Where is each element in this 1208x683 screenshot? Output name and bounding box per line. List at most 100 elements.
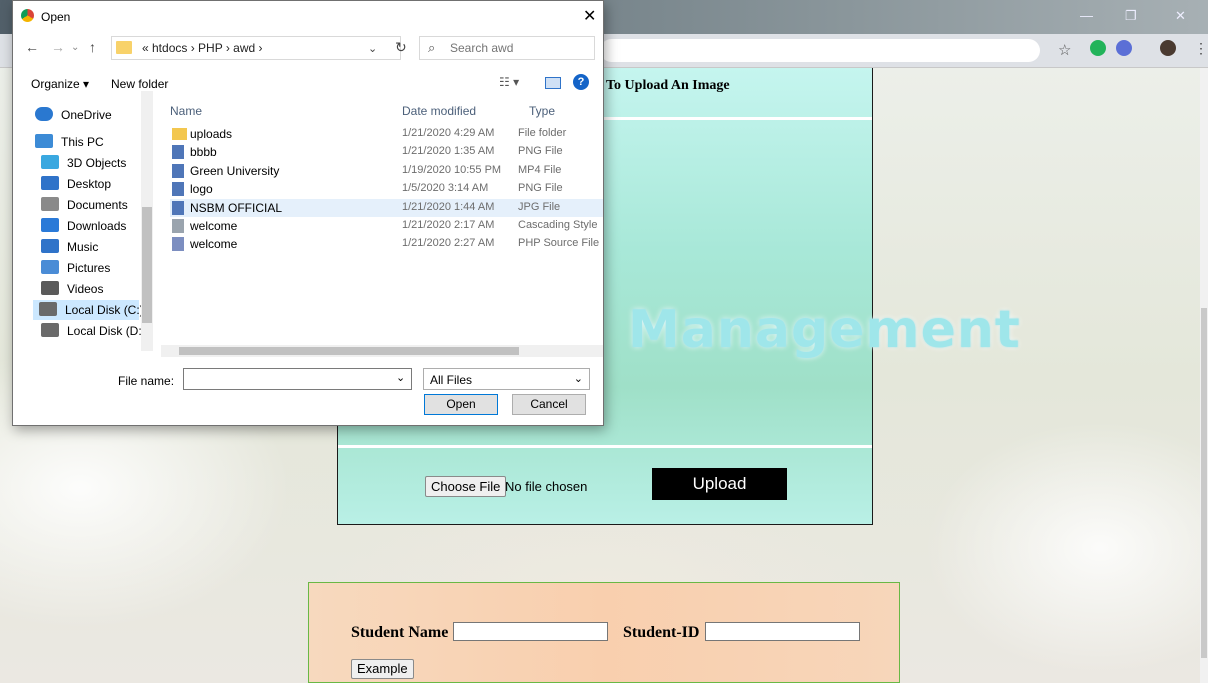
file-type: PHP Source File bbox=[518, 237, 600, 250]
file-type: Cascading Style bbox=[518, 219, 598, 231]
example-button[interactable]: Example bbox=[351, 659, 414, 679]
video-file-icon bbox=[172, 163, 184, 178]
bookmark-star-icon[interactable]: ☆ bbox=[1058, 41, 1071, 59]
file-type: JPG File bbox=[518, 200, 561, 213]
download-icon bbox=[41, 218, 59, 232]
open-button[interactable]: Open bbox=[424, 394, 498, 415]
menu-icon[interactable]: ⋮ bbox=[1194, 40, 1208, 57]
file-row[interactable]: welcome 1/21/2020 2:17 AM Cascading Style bbox=[170, 217, 603, 235]
banner-text: Management bbox=[628, 300, 1021, 360]
scroll-thumb[interactable] bbox=[1201, 308, 1207, 658]
path-text: « htdocs › PHP › awd › bbox=[142, 41, 263, 55]
file-name: welcome bbox=[190, 219, 238, 233]
path-dropdown-icon[interactable]: ⌄ bbox=[368, 42, 377, 55]
computer-icon bbox=[35, 134, 53, 148]
help-icon[interactable]: ? bbox=[573, 74, 589, 90]
up-icon[interactable]: ↑ bbox=[89, 39, 96, 55]
file-type: File folder bbox=[518, 127, 567, 139]
file-name-dropdown-icon[interactable]: ⌄ bbox=[396, 371, 405, 384]
column-header-date[interactable]: Date modified bbox=[402, 104, 476, 118]
close-icon[interactable]: ✕ bbox=[583, 6, 596, 26]
file-date: 1/21/2020 2:27 AM bbox=[402, 237, 495, 250]
folder-icon bbox=[172, 128, 187, 140]
cloud-icon bbox=[35, 107, 53, 121]
navigation-pane: OneDrive This PC 3D Objects Desktop Document… bbox=[13, 97, 153, 343]
chevron-down-icon: ⌄ bbox=[573, 373, 583, 385]
sidebar-item-label: Downloads bbox=[67, 219, 127, 233]
scroll-thumb[interactable] bbox=[179, 347, 519, 355]
upload-button[interactable]: Upload bbox=[652, 468, 787, 500]
file-row[interactable]: logo 1/5/2020 3:14 AM PNG File bbox=[170, 180, 603, 198]
dialog-titlebar: Open ✕ bbox=[13, 1, 603, 31]
file-name: welcome bbox=[190, 237, 238, 252]
recent-dropdown-icon[interactable]: ⌄ bbox=[71, 42, 79, 53]
file-date: 1/21/2020 2:17 AM bbox=[402, 219, 495, 231]
file-row[interactable]: uploads 1/21/2020 4:29 AM File folder bbox=[170, 125, 603, 143]
horizontal-scrollbar[interactable] bbox=[161, 345, 603, 357]
view-options-icon[interactable]: ☷ ▾ bbox=[499, 75, 519, 89]
sidebar-scrollbar[interactable] bbox=[141, 91, 153, 351]
student-name-input[interactable] bbox=[453, 622, 608, 641]
file-date: 1/21/2020 1:44 AM bbox=[402, 200, 495, 213]
folder-icon bbox=[116, 41, 132, 54]
omnibox[interactable] bbox=[600, 39, 1040, 62]
restore-icon[interactable]: ❐ bbox=[1125, 8, 1137, 24]
organize-menu[interactable]: Organize ▾ bbox=[31, 77, 89, 91]
css-file-icon bbox=[172, 219, 184, 233]
minimize-icon[interactable]: — bbox=[1080, 8, 1093, 23]
preview-pane-icon[interactable] bbox=[545, 77, 561, 89]
image-file-icon bbox=[172, 182, 184, 197]
desktop-icon bbox=[41, 176, 59, 190]
search-icon: ⌕ bbox=[428, 40, 436, 55]
dialog-toolbar: Organize ▾ New folder ☷ ▾ ? bbox=[13, 69, 603, 97]
scroll-thumb[interactable] bbox=[142, 207, 152, 323]
file-row[interactable]: NSBM OFFICIAL 1/21/2020 1:44 AM JPG File bbox=[170, 198, 603, 217]
file-row[interactable]: bbbb 1/21/2020 1:35 AM PNG File bbox=[170, 143, 603, 161]
column-header-type[interactable]: Type bbox=[529, 104, 555, 118]
extension-icon[interactable] bbox=[1116, 40, 1132, 56]
divider bbox=[338, 445, 872, 448]
file-type: MP4 File bbox=[518, 163, 562, 176]
file-date: 1/19/2020 10:55 PM bbox=[402, 163, 502, 176]
cancel-button[interactable]: Cancel bbox=[512, 394, 586, 415]
student-id-label: Student-ID bbox=[623, 624, 700, 641]
grammarly-extension-icon[interactable] bbox=[1090, 40, 1106, 56]
php-file-icon bbox=[172, 237, 184, 252]
image-file-icon bbox=[172, 145, 184, 160]
file-row[interactable]: Green University 1/19/2020 10:55 PM MP4 Fi… bbox=[170, 162, 603, 180]
student-form: Student Name Student-ID Example bbox=[308, 582, 900, 683]
file-row[interactable]: welcome 1/21/2020 2:27 AM PHP Source File bbox=[170, 235, 603, 253]
chrome-icon bbox=[21, 9, 34, 22]
file-list: Name Date modified Type uploads 1/21/2020… bbox=[154, 97, 603, 343]
picture-icon bbox=[41, 260, 59, 274]
back-icon[interactable]: ← bbox=[25, 39, 39, 55]
file-type: PNG File bbox=[518, 145, 563, 158]
dialog-title: Open bbox=[41, 10, 71, 24]
sidebar-item-label: Music bbox=[67, 240, 99, 254]
sidebar-item-label: Documents bbox=[67, 198, 128, 212]
sidebar-item-label: Pictures bbox=[67, 261, 111, 275]
file-date: 1/21/2020 1:35 AM bbox=[402, 145, 495, 158]
sidebar-item-label: Videos bbox=[67, 282, 104, 296]
column-header-name[interactable]: Name bbox=[170, 104, 202, 118]
search-box[interactable]: ⌕ bbox=[419, 36, 595, 60]
refresh-icon[interactable]: ↻ bbox=[395, 39, 407, 56]
search-input[interactable] bbox=[448, 40, 592, 56]
close-window-icon[interactable]: ✕ bbox=[1175, 8, 1186, 24]
choose-file-button[interactable]: Choose File bbox=[425, 476, 507, 497]
page-scrollbar[interactable] bbox=[1200, 68, 1208, 683]
document-icon bbox=[41, 197, 59, 211]
sidebar-item[interactable]: Local Disk (C:) bbox=[33, 300, 144, 320]
panel-title: To Upload An Image bbox=[606, 78, 730, 93]
file-type-select[interactable]: All Files ⌄ bbox=[423, 368, 590, 390]
profile-avatar[interactable] bbox=[1160, 40, 1176, 56]
new-folder-button[interactable]: New folder bbox=[111, 77, 168, 91]
forward-icon[interactable]: → bbox=[51, 39, 65, 55]
student-id-input[interactable] bbox=[705, 622, 860, 641]
sidebar-item-label: Local Disk (D:) bbox=[67, 324, 146, 338]
path-breadcrumb[interactable]: « htdocs › PHP › awd › bbox=[111, 36, 401, 60]
file-name-input[interactable] bbox=[183, 368, 412, 390]
open-file-dialog: Open ✕ ← → ⌄ ↑ « htdocs › PHP › awd › ⌄ … bbox=[12, 0, 604, 426]
image-file-icon bbox=[172, 200, 184, 215]
file-date: 1/5/2020 3:14 AM bbox=[402, 182, 489, 195]
